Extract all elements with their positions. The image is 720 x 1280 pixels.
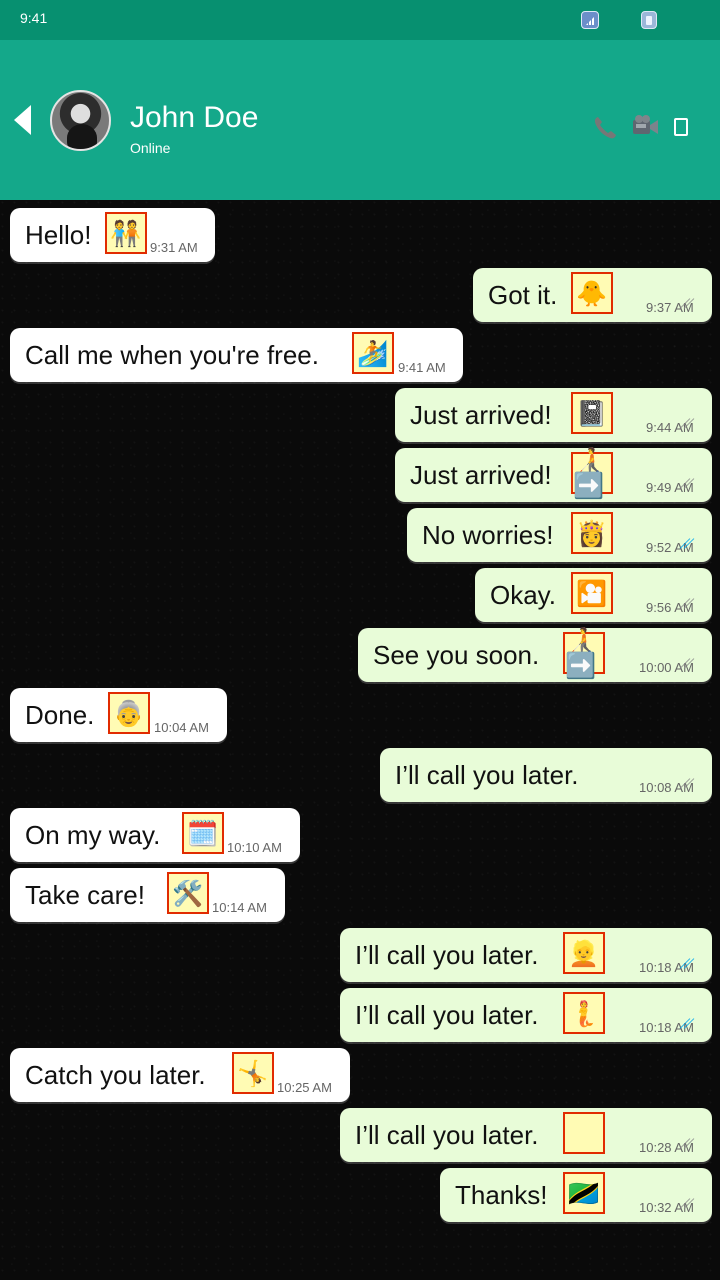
- message-time: 9:31 AM: [150, 240, 198, 255]
- emoji-calendar: 🗓️: [182, 812, 224, 854]
- delivered-check-icon: [677, 1139, 697, 1155]
- emoji-surfer: 🏄: [352, 332, 394, 374]
- message-text: No worries!: [422, 520, 554, 550]
- message-text: On my way.: [25, 820, 161, 850]
- emoji-people-holding-hands: 🧑‍🤝‍🧑: [105, 212, 147, 254]
- chat-header: John Doe Online: [0, 40, 720, 200]
- sent-check-icon: [677, 1199, 697, 1215]
- emoji-merperson: 🧜: [563, 992, 605, 1034]
- emoji-princess: 👸: [571, 512, 613, 554]
- status-time: 9:41: [20, 10, 48, 26]
- message-time: 10:10 AM: [227, 840, 282, 855]
- emoji-cinema: 🎦: [571, 572, 613, 614]
- emoji-baby-chick: 🐥: [571, 272, 613, 314]
- sent-check-icon: [677, 659, 697, 675]
- contact-name[interactable]: John Doe: [130, 100, 258, 136]
- emoji-person-with-white-cane-right: 🧑‍🦯➡️: [571, 448, 613, 498]
- read-check-icon: [677, 1019, 697, 1035]
- message-text: Just arrived!: [410, 460, 552, 490]
- delivered-check-icon: [677, 599, 697, 615]
- sent-check-icon: [677, 419, 697, 435]
- message-text: Got it.: [488, 280, 558, 310]
- emoji-person-cartwheeling: 🤸: [232, 1052, 274, 1094]
- message-bubble-outgoing[interactable]: Just arrived! 📓 9:44 AM: [395, 388, 712, 442]
- emoji-notebook: 📓: [571, 392, 613, 434]
- message-bubble-outgoing[interactable]: No worries! 👸 9:52 AM: [407, 508, 712, 562]
- battery-icon: [641, 11, 657, 29]
- signal-icon: [581, 11, 599, 29]
- message-bubble-outgoing[interactable]: I’ll call you later. 10:28 AM: [340, 1108, 712, 1162]
- emoji-placeholder: [563, 1112, 605, 1154]
- contact-status: Online: [130, 140, 171, 156]
- message-bubble-outgoing[interactable]: I’ll call you later. 👱 10:18 AM: [340, 928, 712, 982]
- message-bubble-outgoing[interactable]: Got it. 🐥 9:37 AM: [473, 268, 712, 322]
- emoji-old-woman: 👵: [108, 692, 150, 734]
- message-bubble-outgoing[interactable]: Just arrived! 🧑‍🦯➡️ 9:49 AM: [395, 448, 712, 502]
- message-bubble-incoming[interactable]: On my way. 🗓️ 10:10 AM: [10, 808, 300, 862]
- message-time: 9:41 AM: [398, 360, 446, 375]
- delivered-check-icon: [677, 479, 697, 495]
- message-bubble-incoming[interactable]: Catch you later. 🤸 10:25 AM: [10, 1048, 350, 1102]
- message-text: I’ll call you later.: [395, 760, 579, 790]
- message-text: I’ll call you later.: [355, 940, 539, 970]
- message-list: Hello! 🧑‍🤝‍🧑 9:31 AM Got it. 🐥 9:37 AM C…: [0, 200, 720, 1280]
- message-text: See you soon.: [373, 640, 540, 670]
- message-time: 10:14 AM: [212, 900, 267, 915]
- message-bubble-incoming[interactable]: Hello! 🧑‍🤝‍🧑 9:31 AM: [10, 208, 215, 262]
- emoji-flag-tanzania: 🇹🇿: [563, 1172, 605, 1214]
- message-text: Hello!: [25, 220, 92, 250]
- message-bubble-incoming[interactable]: Take care! 🛠️ 10:14 AM: [10, 868, 285, 922]
- message-time: 10:04 AM: [154, 720, 209, 735]
- menu-icon[interactable]: [674, 118, 688, 136]
- emoji-person-with-white-cane-right: 🧑‍🦯➡️: [563, 628, 605, 678]
- message-text: Catch you later.: [25, 1060, 206, 1090]
- message-text: Done.: [25, 700, 95, 730]
- emoji-hammer-and-wrench: 🛠️: [167, 872, 209, 914]
- message-bubble-outgoing[interactable]: I’ll call you later. 🧜 10:18 AM: [340, 988, 712, 1042]
- message-text: Take care!: [25, 880, 145, 910]
- sent-check-icon: [677, 779, 697, 795]
- read-check-icon: [677, 539, 697, 555]
- message-text: I’ll call you later.: [355, 1120, 539, 1150]
- message-time: 10:25 AM: [277, 1080, 332, 1095]
- message-text: Okay.: [490, 580, 556, 610]
- message-bubble-outgoing[interactable]: I’ll call you later. 10:08 AM: [380, 748, 712, 802]
- message-bubble-outgoing[interactable]: Thanks! 🇹🇿 10:32 AM: [440, 1168, 712, 1222]
- read-check-icon: [677, 959, 697, 975]
- message-bubble-incoming[interactable]: Call me when you're free. 🏄 9:41 AM: [10, 328, 463, 382]
- message-text: Thanks!: [455, 1180, 548, 1210]
- back-icon[interactable]: [14, 105, 31, 135]
- message-bubble-incoming[interactable]: Done. 👵 10:04 AM: [10, 688, 227, 742]
- message-bubble-outgoing[interactable]: See you soon. 🧑‍🦯➡️ 10:00 AM: [358, 628, 712, 682]
- message-text: I’ll call you later.: [355, 1000, 539, 1030]
- video-call-icon[interactable]: [630, 112, 660, 142]
- sent-check-icon: [677, 299, 697, 315]
- message-text: Call me when you're free.: [25, 340, 319, 370]
- call-icon[interactable]: [590, 113, 620, 143]
- message-text: Just arrived!: [410, 400, 552, 430]
- status-bar: 9:41: [0, 0, 720, 40]
- message-bubble-outgoing[interactable]: Okay. 🎦 9:56 AM: [475, 568, 712, 622]
- avatar[interactable]: [50, 90, 111, 151]
- emoji-blond-person: 👱: [563, 932, 605, 974]
